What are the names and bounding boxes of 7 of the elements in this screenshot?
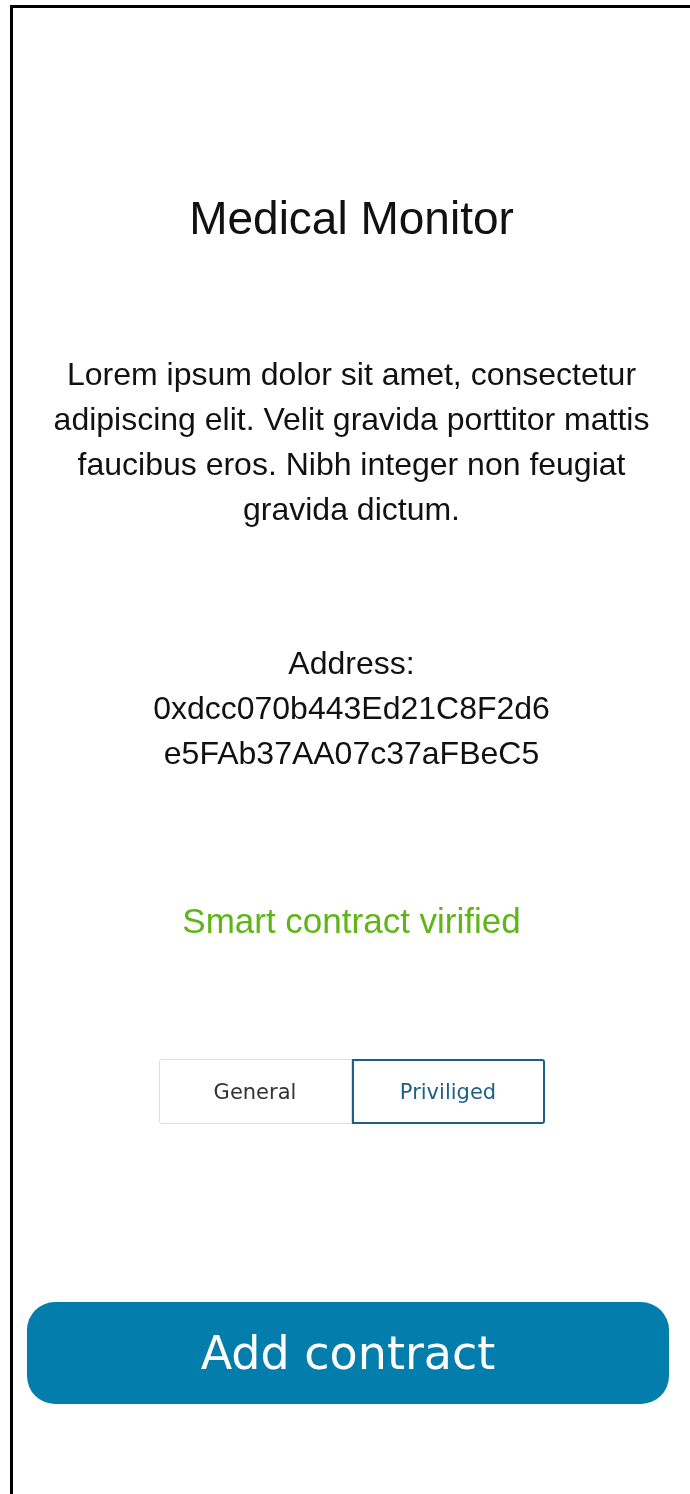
page-title: Medical Monitor	[189, 191, 514, 246]
segment-tab[interactable]: Priviliged	[351, 1059, 545, 1124]
description-text: Lorem ipsum dolor sit amet, consectetur adipiscing elit. Velit gravida porttitor mattis faucibus eros. Nibh integer non feugiat gravida dictum.	[52, 355, 651, 529]
address-text: Address: 0xdcc070b443Ed21C8F2d6 e5FAb37AA07c37aFBeC5	[153, 644, 550, 773]
verification-status: Smart contract virified	[182, 900, 521, 942]
segment-tab[interactable]: General	[158, 1059, 352, 1124]
add-contract-button[interactable]: Add contract	[27, 1302, 669, 1404]
